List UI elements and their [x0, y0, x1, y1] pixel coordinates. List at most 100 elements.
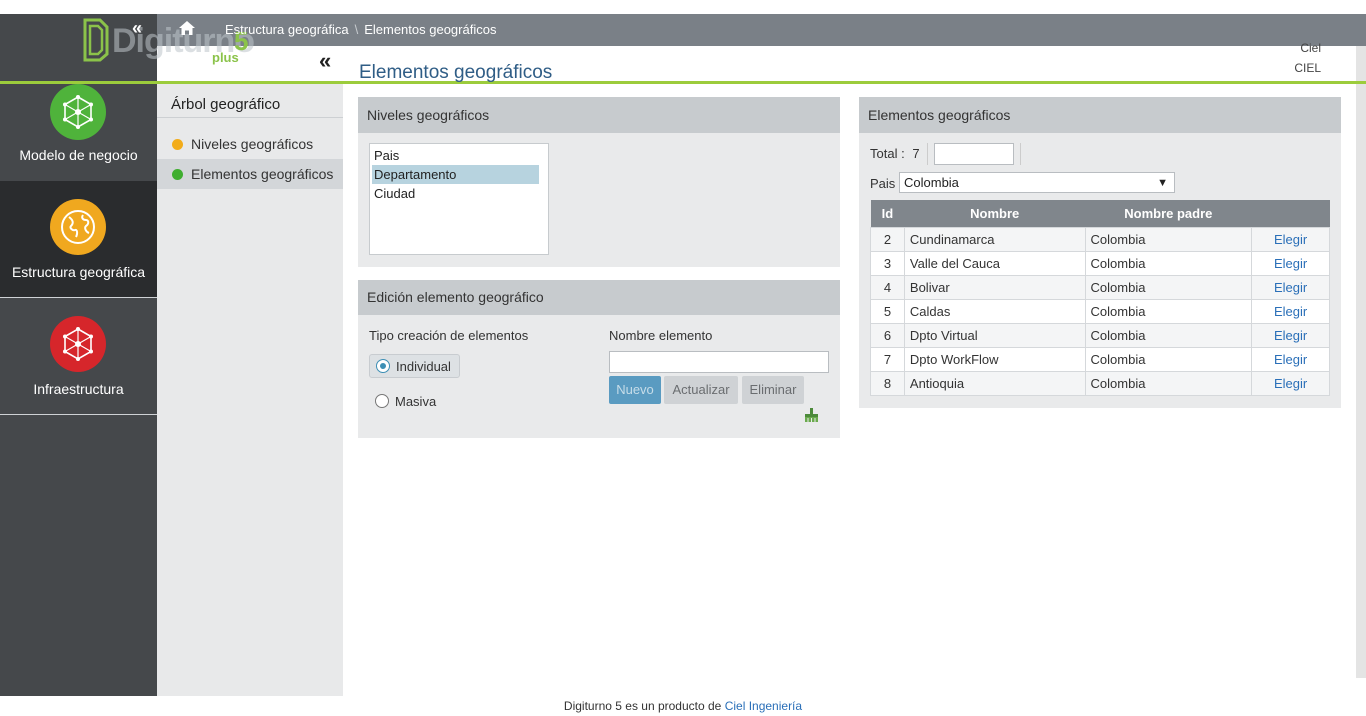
tree-divider — [157, 117, 343, 118]
table-row: 4 Bolivar Colombia Elegir — [870, 274, 1330, 300]
breadcrumb-item[interactable]: Estructura geográfica — [225, 22, 349, 37]
breadcrumb-item-current: Elementos geográficos — [364, 22, 497, 37]
radio-individual[interactable]: Individual — [369, 354, 460, 378]
geo-tree-panel: « Árbol geográfico Niveles geográficos E… — [157, 48, 343, 696]
cell-name: Dpto Virtual — [903, 322, 1086, 348]
edit-panel-title: Edición elemento geográfico — [358, 280, 840, 315]
level-option[interactable]: Pais — [372, 146, 539, 165]
network-icon — [50, 316, 106, 372]
chevron-down-icon: ▼ — [1157, 177, 1168, 189]
choose-link[interactable]: Elegir — [1251, 250, 1330, 276]
nav-item-estructura-geografica[interactable]: Estructura geográfica — [0, 181, 157, 298]
element-name-input[interactable] — [609, 351, 829, 373]
footer: Digiturno 5 es un producto de Ciel Ingen… — [0, 699, 1366, 713]
update-button[interactable]: Actualizar — [664, 376, 738, 404]
column-header[interactable]: Nombre padre — [1085, 200, 1252, 227]
choose-link[interactable]: Elegir — [1251, 298, 1330, 324]
total-label: Total : — [870, 146, 905, 161]
column-header[interactable]: Nombre — [904, 200, 1086, 227]
home-icon[interactable] — [178, 20, 196, 36]
column-header[interactable]: Id — [870, 200, 905, 227]
table-row: 3 Valle del Cauca Colombia Elegir — [870, 250, 1330, 276]
cell-parent: Colombia — [1084, 250, 1253, 276]
cell-name: Dpto WorkFlow — [903, 346, 1086, 372]
elements-table: Id Nombre Nombre padre 2 Cundinamarca Co… — [870, 200, 1330, 396]
table-header-row: Id Nombre Nombre padre — [870, 200, 1330, 227]
radio-circle-icon — [375, 394, 389, 408]
cell-name: Caldas — [903, 298, 1086, 324]
footer-text: Digiturno 5 es un producto de — [563, 699, 722, 713]
globe-icon — [50, 199, 106, 255]
cell-parent: Colombia — [1084, 346, 1253, 372]
total-count: Total : 7 — [870, 146, 920, 161]
choose-link[interactable]: Elegir — [1251, 370, 1330, 396]
nav-label: Infraestructura — [33, 381, 124, 397]
choose-link[interactable]: Elegir — [1251, 322, 1330, 348]
cell-parent: Colombia — [1084, 322, 1253, 348]
tree-item-elementos[interactable]: Elementos geográficos — [157, 159, 343, 189]
cell-name: Bolivar — [903, 274, 1086, 300]
cell-id: 6 — [870, 322, 905, 348]
collapse-nav-icon[interactable]: « — [132, 18, 142, 39]
level-option[interactable]: Ciudad — [372, 184, 539, 203]
user-info[interactable]: Ciel CIEL — [1294, 38, 1321, 78]
table-row: 6 Dpto Virtual Colombia Elegir — [870, 322, 1330, 348]
elements-panel-title: Elementos geográficos — [859, 97, 1341, 133]
radio-label: Masiva — [395, 393, 437, 409]
levels-listbox[interactable]: Pais Departamento Ciudad — [369, 143, 549, 255]
tree-item-label: Niveles geográficos — [191, 136, 314, 152]
cell-parent: Colombia — [1084, 226, 1253, 252]
cell-id: 8 — [870, 370, 905, 396]
nav-label: Estructura geográfica — [11, 264, 146, 280]
nav-label: Modelo de negocio — [19, 147, 138, 163]
radio-circle-icon — [376, 359, 390, 373]
levels-panel-title: Niveles geográficos — [358, 97, 840, 133]
status-dot-icon — [172, 169, 183, 180]
nav-item-infraestructura[interactable]: Infraestructura — [0, 298, 157, 415]
cell-id: 4 — [870, 274, 905, 300]
choose-link[interactable]: Elegir — [1251, 346, 1330, 372]
cell-id: 3 — [870, 250, 905, 276]
tree-item-niveles[interactable]: Niveles geográficos — [157, 129, 343, 159]
network-icon — [50, 84, 106, 140]
choose-link[interactable]: Elegir — [1251, 274, 1330, 300]
creation-type-label: Tipo creación de elementos — [369, 328, 529, 343]
country-select-value: Colombia — [904, 175, 959, 190]
levels-panel: Niveles geográficos Pais Departamento Ci… — [358, 97, 840, 267]
footer-link[interactable]: Ciel Ingeniería — [725, 699, 802, 713]
radio-masiva[interactable]: Masiva — [369, 389, 444, 413]
user-org: CIEL — [1294, 61, 1321, 75]
cell-name: Antioquia — [903, 370, 1086, 396]
element-name-label: Nombre elemento — [609, 328, 713, 343]
tree-title: Árbol geográfico — [171, 96, 281, 113]
table-row: 5 Caldas Colombia Elegir — [870, 298, 1330, 324]
page-scrollbar[interactable] — [1356, 46, 1366, 678]
filter-input[interactable] — [934, 143, 1014, 165]
level-option-selected[interactable]: Departamento — [372, 165, 539, 184]
cell-name: Cundinamarca — [903, 226, 1086, 252]
total-value: 7 — [912, 146, 920, 161]
edit-panel: Edición elemento geográfico Tipo creació… — [358, 280, 840, 438]
separator — [927, 143, 928, 165]
delete-button[interactable]: Eliminar — [742, 376, 804, 404]
choose-link[interactable]: Elegir — [1251, 226, 1330, 252]
collapse-tree-icon[interactable]: « — [319, 48, 331, 74]
radio-label: Individual — [396, 358, 451, 374]
cell-id: 7 — [870, 346, 905, 372]
broom-icon[interactable] — [804, 408, 819, 422]
new-button[interactable]: Nuevo — [609, 376, 661, 404]
cell-parent: Colombia — [1084, 370, 1253, 396]
breadcrumb: Estructura geográfica \ Elementos geográ… — [225, 22, 496, 37]
country-select[interactable]: Colombia ▼ — [899, 172, 1175, 193]
breadcrumb-separator: \ — [354, 22, 359, 37]
table-row: 2 Cundinamarca Colombia Elegir — [870, 226, 1330, 252]
cell-name: Valle del Cauca — [903, 250, 1086, 276]
status-dot-icon — [172, 139, 183, 150]
cell-parent: Colombia — [1084, 274, 1253, 300]
page-title: Elementos geográficos — [359, 62, 553, 83]
cell-parent: Colombia — [1084, 298, 1253, 324]
main-nav: Modelo de negocio Estructura geográfica … — [0, 84, 157, 696]
tree-item-label: Elementos geográficos — [191, 166, 334, 182]
logo-mark-icon — [83, 18, 109, 62]
separator — [1020, 143, 1021, 165]
